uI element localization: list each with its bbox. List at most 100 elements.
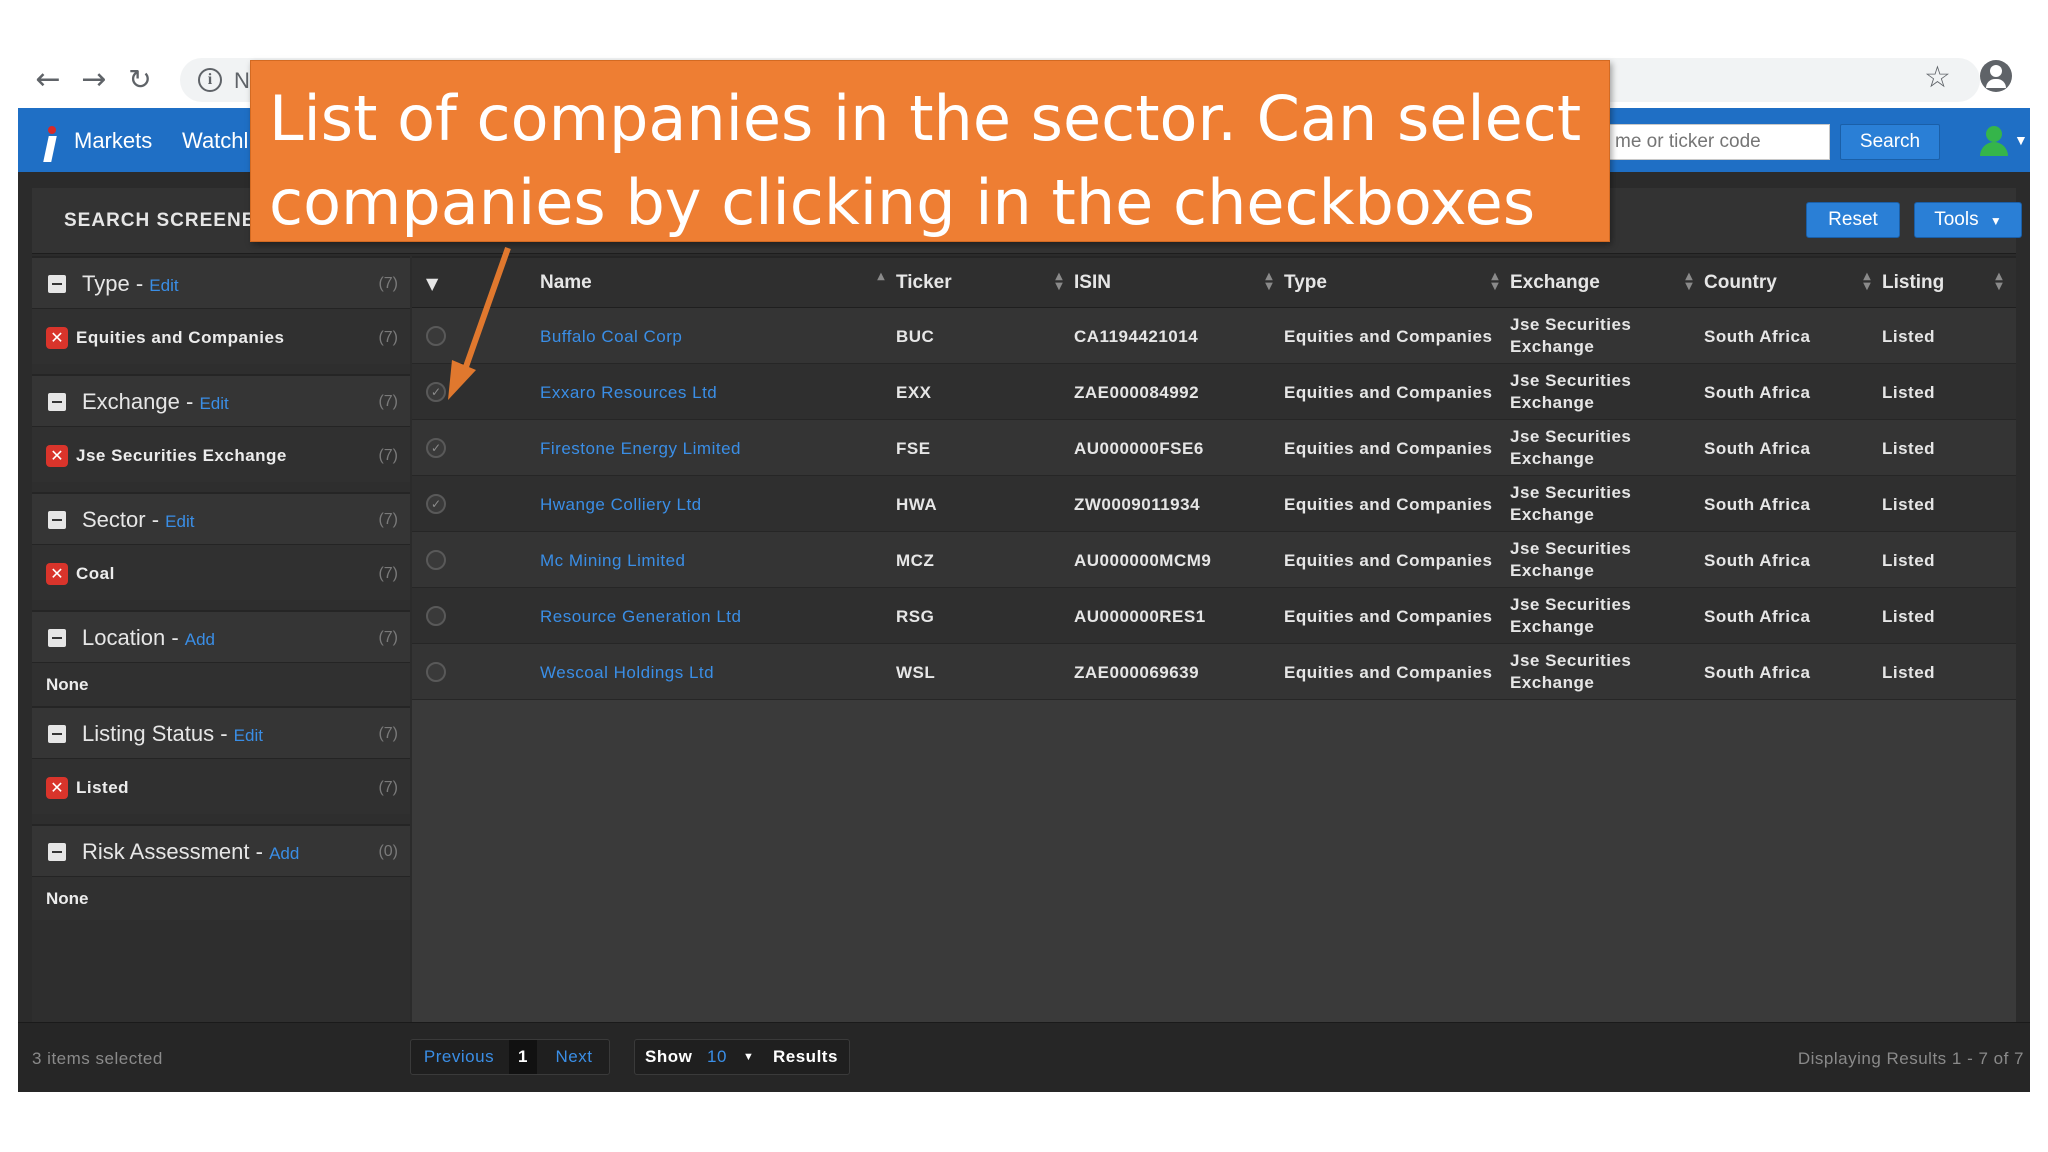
type-cell: Equities and Companies [1284,551,1493,570]
isin-cell: CA1194421014 [1074,327,1199,346]
pagination: Previous 1 Next [410,1039,610,1075]
page-size-selector[interactable]: Show 10 ▼ Results [634,1039,850,1075]
company-name-link[interactable]: Wescoal Holdings Ltd [540,663,714,683]
filter-value-label: Listed [76,778,130,797]
filter-add-link[interactable]: Add [269,844,299,863]
minus-icon[interactable] [48,511,66,529]
user-menu-caret-icon[interactable]: ▼ [2014,132,2028,148]
checkbox-icon[interactable] [426,326,446,346]
sort-icon[interactable]: ▲ ▼ [1262,272,1276,294]
company-name-link[interactable]: Buffalo Coal Corp [540,327,682,347]
checkbox-icon[interactable] [426,550,446,570]
address-text: N [234,68,250,93]
caret-down-icon[interactable]: ▼ [743,1040,754,1074]
column-header-exchange[interactable]: Exchange [1510,272,1600,294]
filter-none-label: None [46,675,89,694]
current-page[interactable]: 1 [509,1040,537,1074]
company-name-link[interactable]: Hwange Colliery Ltd [540,495,702,515]
column-header-ticker[interactable]: Ticker [896,272,952,294]
search-input[interactable] [1605,125,1829,159]
column-header-isin[interactable]: ISIN [1074,272,1111,294]
company-name-link[interactable]: Firestone Energy Limited [540,439,741,459]
country-cell: South Africa [1704,607,1811,626]
minus-icon[interactable] [48,843,66,861]
reload-icon[interactable]: ↻ [122,62,158,98]
table-row[interactable]: Resource Generation Ltd RSG AU000000RES1… [412,588,2016,644]
previous-page-button[interactable]: Previous [411,1040,507,1074]
isin-cell: AU000000MCM9 [1074,551,1212,570]
back-arrow-icon[interactable]: ← [30,62,66,98]
sort-icon[interactable]: ▲ ▼ [1992,272,2006,294]
sort-icon[interactable]: ▲ ▼ [1052,272,1066,294]
minus-icon[interactable] [48,725,66,743]
filter-count: (7) [378,629,398,646]
star-icon[interactable]: ☆ [1924,60,1951,95]
company-name-link[interactable]: Exxaro Resources Ltd [540,383,717,403]
minus-icon[interactable] [48,629,66,647]
tools-button[interactable]: Tools ▼ [1914,202,2022,238]
ticker-cell: EXX [896,383,932,402]
checkbox-icon[interactable] [426,606,446,626]
tools-button-label: Tools [1934,209,1979,230]
filter-label: Listing Status - Edit [82,721,263,746]
filter-value-exchange: ✕ Jse Securities Exchange (7) [32,426,410,482]
profile-icon[interactable] [1980,60,2012,92]
type-cell: Equities and Companies [1284,327,1493,346]
filter-header-type[interactable]: Type - Edit (7) [32,256,410,308]
user-icon[interactable] [1978,126,2012,160]
next-page-button[interactable]: Next [539,1040,609,1074]
filter-header-sector[interactable]: Sector - Edit (7) [32,492,410,544]
app-logo-icon[interactable] [43,126,58,162]
filter-edit-link[interactable]: Edit [199,394,228,413]
remove-x-icon[interactable]: ✕ [46,563,68,585]
filter-sidebar: Type - Edit (7) ✕ Equities and Companies… [32,256,410,1022]
select-all-caret-icon[interactable]: ▼ [426,274,438,293]
filter-header-location[interactable]: Location - Add (7) [32,610,410,662]
checkbox-icon[interactable] [426,662,446,682]
reset-button[interactable]: Reset [1806,202,1900,238]
remove-x-icon[interactable]: ✕ [46,777,68,799]
listing-cell: Listed [1882,663,1936,682]
column-header-country[interactable]: Country [1704,272,1777,294]
search-button[interactable]: Search [1840,124,1940,160]
filter-value-count: (7) [378,329,398,346]
table-row[interactable]: Buffalo Coal Corp BUC CA1194421014 Equit… [412,308,2016,364]
checkbox-icon[interactable]: ✓ [426,438,446,458]
table-row[interactable]: ✓ Exxaro Resources Ltd EXX ZAE000084992 … [412,364,2016,420]
filter-edit-link[interactable]: Edit [149,276,178,295]
sort-icon[interactable]: ▲ ▼ [1488,272,1502,294]
remove-x-icon[interactable]: ✕ [46,445,68,467]
table-row[interactable]: Wescoal Holdings Ltd WSL ZAE000069639 Eq… [412,644,2016,700]
remove-x-icon[interactable]: ✕ [46,327,68,349]
exchange-cell: Jse Securities Exchange [1510,651,1632,692]
nav-markets[interactable]: Markets [74,128,152,154]
country-cell: South Africa [1704,551,1811,570]
page-size-value[interactable]: 10 [707,1040,727,1074]
table-row[interactable]: Mc Mining Limited MCZ AU000000MCM9 Equit… [412,532,2016,588]
type-cell: Equities and Companies [1284,383,1493,402]
company-name-link[interactable]: Resource Generation Ltd [540,607,741,627]
column-header-type[interactable]: Type [1284,272,1327,294]
sort-icon[interactable]: ▲ ▼ [1860,272,1874,294]
column-header-listing[interactable]: Listing [1882,272,1944,294]
filter-header-listing-status[interactable]: Listing Status - Edit (7) [32,706,410,758]
checkbox-icon[interactable]: ✓ [426,382,446,402]
info-icon[interactable]: i [198,68,222,92]
sort-icon[interactable]: ▲ ▼ [1682,272,1696,294]
filter-edit-link[interactable]: Edit [234,726,263,745]
filter-value-count: (7) [378,565,398,582]
minus-icon[interactable] [48,393,66,411]
column-header-name[interactable]: Name [540,272,592,294]
forward-arrow-icon[interactable]: → [76,62,112,98]
filter-add-link[interactable]: Add [185,630,215,649]
table-row[interactable]: ✓ Hwange Colliery Ltd HWA ZW0009011934 E… [412,476,2016,532]
nav-watchlist[interactable]: Watchl [182,128,248,154]
filter-header-exchange[interactable]: Exchange - Edit (7) [32,374,410,426]
company-name-link[interactable]: Mc Mining Limited [540,551,686,571]
table-row[interactable]: ✓ Firestone Energy Limited FSE AU000000F… [412,420,2016,476]
sort-icon[interactable]: ▲ [874,272,888,294]
filter-edit-link[interactable]: Edit [165,512,194,531]
filter-header-risk-assessment[interactable]: Risk Assessment - Add (0) [32,824,410,876]
minus-icon[interactable] [48,275,66,293]
checkbox-icon[interactable]: ✓ [426,494,446,514]
